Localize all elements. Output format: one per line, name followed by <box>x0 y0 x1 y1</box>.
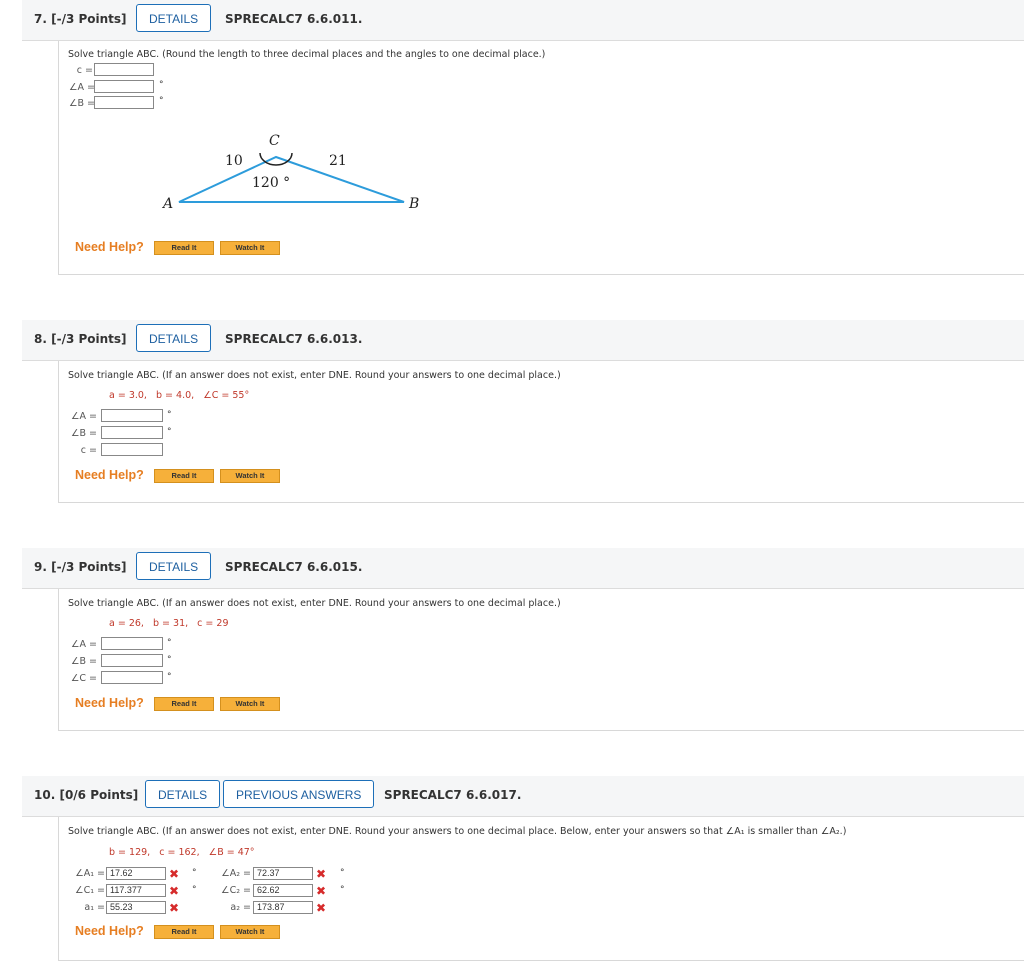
question-body: Solve triangle ABC. (If an answer does n… <box>58 361 1024 503</box>
degree-symbol: ° <box>192 885 197 895</box>
instruction-text: Solve triangle ABC. (Round the length to… <box>68 49 546 60</box>
question-body: Solve triangle ABC. (If an answer does n… <box>58 817 1024 961</box>
field-label: a₂ = <box>230 902 251 913</box>
incorrect-icon: ✖ <box>316 901 327 915</box>
question-number-points: 10. [0/6 Points] <box>34 788 139 802</box>
question-header: 9. [-/3 Points] DETAILS SPRECALC7 6.6.01… <box>22 548 1024 589</box>
given-values: b = 129, c = 162, ∠B = 47° <box>109 847 255 858</box>
field-label: ∠B = <box>69 98 96 109</box>
angle-b-input[interactable] <box>101 426 163 439</box>
degree-symbol: ° <box>167 638 172 648</box>
side-ca-label: 10 <box>225 153 243 169</box>
question-9: 9. [-/3 Points] DETAILS SPRECALC7 6.6.01… <box>22 548 1024 733</box>
read-it-button[interactable]: Read It <box>154 469 214 483</box>
angle-c1-input[interactable]: 117.377 <box>106 884 166 897</box>
degree-symbol: ° <box>167 410 172 420</box>
watch-it-button[interactable]: Watch It <box>220 925 280 939</box>
angle-c-label: 120 ° <box>252 175 290 191</box>
need-help-label: Need Help? <box>75 696 144 710</box>
field-label: c = <box>76 65 93 76</box>
incorrect-icon: ✖ <box>169 884 180 898</box>
vertex-a-label: A <box>161 196 173 212</box>
angle-c-input[interactable] <box>101 671 163 684</box>
details-button[interactable]: DETAILS <box>136 324 212 352</box>
question-code: SPRECALC7 6.6.013. <box>225 332 363 346</box>
field-label: ∠B = <box>70 656 97 667</box>
question-number-points: 7. [-/3 Points] <box>34 12 127 26</box>
field-label: ∠A = <box>69 82 95 93</box>
triangle-shape <box>178 155 405 203</box>
incorrect-icon: ✖ <box>316 867 327 881</box>
c-input[interactable] <box>101 443 163 456</box>
question-7: 7. [-/3 Points] DETAILS SPRECALC7 6.6.01… <box>22 0 1024 275</box>
c-input[interactable] <box>94 63 154 76</box>
question-header: 8. [-/3 Points] DETAILS SPRECALC7 6.6.01… <box>22 320 1024 361</box>
degree-symbol: ° <box>159 96 164 106</box>
question-header: 10. [0/6 Points] DETAILS PREVIOUS ANSWER… <box>22 776 1024 817</box>
degree-symbol: ° <box>159 80 164 90</box>
need-help-label: Need Help? <box>75 468 144 482</box>
field-label: ∠C₂ = <box>221 885 251 896</box>
field-label: ∠C = <box>70 673 97 684</box>
angle-b-input[interactable] <box>94 96 154 109</box>
details-button[interactable]: DETAILS <box>145 780 221 808</box>
given-values: a = 26, b = 31, c = 29 <box>109 618 229 629</box>
watch-it-button[interactable]: Watch It <box>220 697 280 711</box>
a2-input[interactable]: 173.87 <box>253 901 313 914</box>
question-8: 8. [-/3 Points] DETAILS SPRECALC7 6.6.01… <box>22 320 1024 505</box>
field-label: a₁ = <box>84 902 105 913</box>
question-body: Solve triangle ABC. (Round the length to… <box>58 41 1024 275</box>
degree-symbol: ° <box>192 868 197 878</box>
previous-answers-button[interactable]: PREVIOUS ANSWERS <box>223 780 375 808</box>
need-help-label: Need Help? <box>75 924 144 938</box>
watch-it-button[interactable]: Watch It <box>220 241 280 255</box>
instruction-text: Solve triangle ABC. (If an answer does n… <box>68 598 561 609</box>
question-code: SPRECALC7 6.6.017. <box>384 788 522 802</box>
question-code: SPRECALC7 6.6.015. <box>225 560 363 574</box>
triangle-figure: C A B 10 21 120 ° <box>161 133 419 212</box>
question-body: Solve triangle ABC. (If an answer does n… <box>58 589 1024 731</box>
instruction-text: Solve triangle ABC. (If an answer does n… <box>68 370 561 381</box>
given-values: a = 3.0, b = 4.0, ∠C = 55° <box>109 390 250 401</box>
read-it-button[interactable]: Read It <box>154 925 214 939</box>
angle-c2-input[interactable]: 62.62 <box>253 884 313 897</box>
degree-symbol: ° <box>340 868 345 878</box>
vertex-c-label: C <box>269 133 280 149</box>
vertex-b-label: B <box>408 196 419 212</box>
field-label: ∠C₁ = <box>75 885 105 896</box>
degree-symbol: ° <box>340 885 345 895</box>
angle-b-input[interactable] <box>101 654 163 667</box>
question-number-points: 9. [-/3 Points] <box>34 560 127 574</box>
incorrect-icon: ✖ <box>316 884 327 898</box>
degree-symbol: ° <box>167 672 172 682</box>
details-button[interactable]: DETAILS <box>136 552 212 580</box>
field-label: ∠A₁ = <box>75 868 105 879</box>
watch-it-button[interactable]: Watch It <box>220 469 280 483</box>
question-header: 7. [-/3 Points] DETAILS SPRECALC7 6.6.01… <box>22 0 1024 41</box>
angle-a-input[interactable] <box>101 637 163 650</box>
degree-symbol: ° <box>167 427 172 437</box>
incorrect-icon: ✖ <box>169 867 180 881</box>
read-it-button[interactable]: Read It <box>154 697 214 711</box>
angle-a2-input[interactable]: 72.37 <box>253 867 313 880</box>
degree-symbol: ° <box>167 655 172 665</box>
field-label: ∠A₂ = <box>221 868 251 879</box>
question-code: SPRECALC7 6.6.011. <box>225 12 363 26</box>
side-cb-label: 21 <box>329 153 347 169</box>
angle-a-input[interactable] <box>101 409 163 422</box>
field-label: ∠B = <box>70 428 97 439</box>
need-help-label: Need Help? <box>75 240 144 254</box>
question-number-points: 8. [-/3 Points] <box>34 332 127 346</box>
a1-input[interactable]: 55.23 <box>106 901 166 914</box>
field-label: ∠A = <box>71 639 97 650</box>
question-10: 10. [0/6 Points] DETAILS PREVIOUS ANSWER… <box>22 776 1024 966</box>
field-label: c = <box>80 445 97 456</box>
incorrect-icon: ✖ <box>169 901 180 915</box>
angle-a1-input[interactable]: 17.62 <box>106 867 166 880</box>
field-label: ∠A = <box>71 411 97 422</box>
details-button[interactable]: DETAILS <box>136 4 212 32</box>
instruction-text: Solve triangle ABC. (If an answer does n… <box>68 826 847 837</box>
angle-a-input[interactable] <box>94 80 154 93</box>
read-it-button[interactable]: Read It <box>154 241 214 255</box>
